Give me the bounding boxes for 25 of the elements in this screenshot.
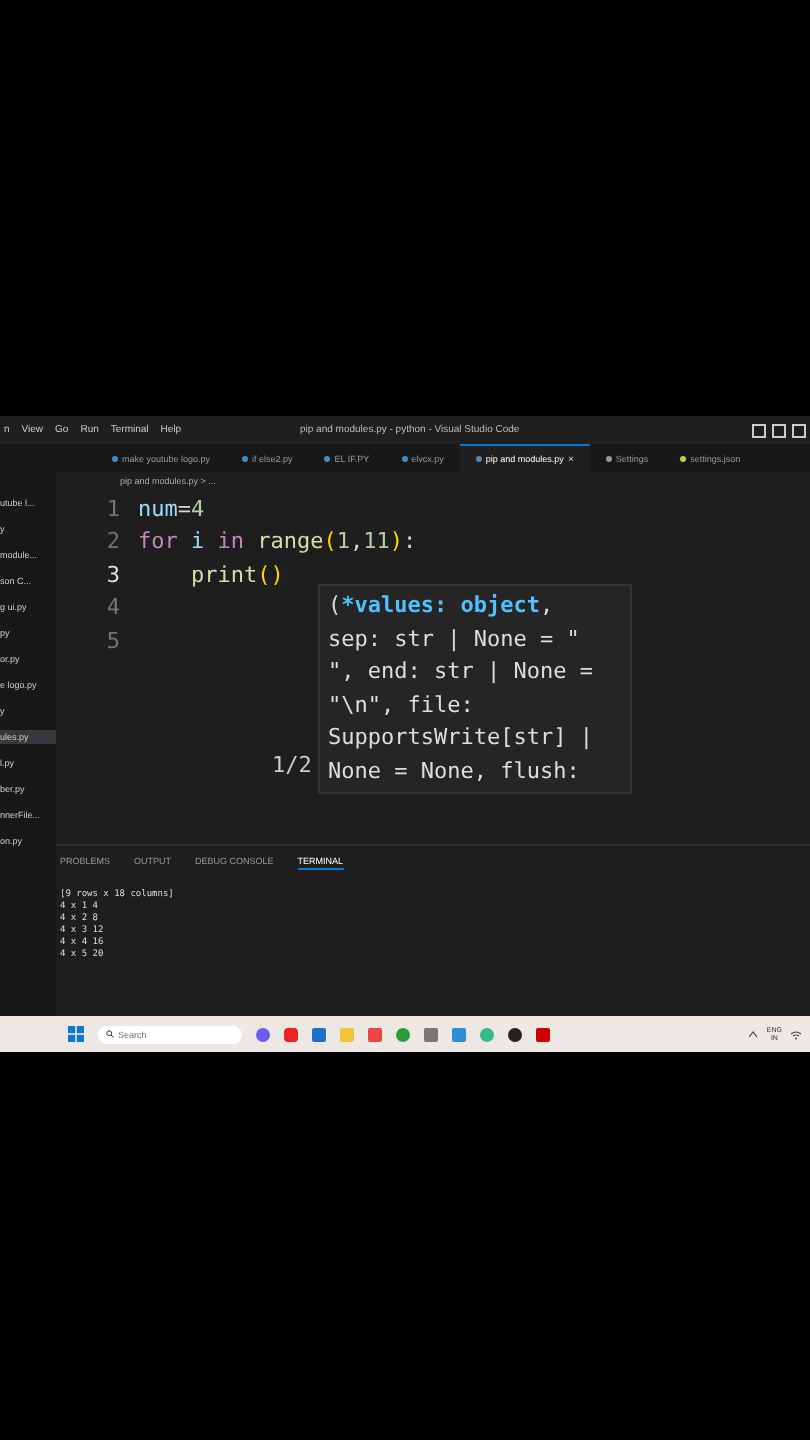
wifi-icon[interactable] (790, 1029, 802, 1039)
windows-logo-icon[interactable] (68, 1026, 84, 1042)
file-type-icon (112, 456, 118, 462)
file-type-icon (401, 456, 408, 462)
signature-tooltip: (*values: object, sep: str | None = " ", end: str | None = "\n", file: SupportsWrite[str] | None = None, flush: (318, 584, 632, 794)
line-number: 4 (104, 594, 122, 621)
sidebar-toggle-icon[interactable] (752, 423, 766, 437)
code-line: print() (188, 561, 284, 588)
search-icon (106, 1030, 114, 1038)
code-line: num=4 (138, 495, 205, 522)
file-type-icon (680, 456, 687, 462)
file-type-icon (475, 456, 482, 462)
overload-counter: 1/2 (272, 752, 312, 778)
line-number: 3 (104, 561, 122, 588)
code-line: for i in range(1,11): (138, 528, 417, 555)
layout-icon[interactable] (792, 423, 806, 437)
line-number: 2 (104, 528, 122, 555)
file-type-icon (242, 456, 249, 462)
file-type-icon (605, 456, 612, 462)
file-type-icon (324, 456, 331, 462)
chevron-up-icon[interactable] (748, 1030, 759, 1038)
line-number: 1 (104, 495, 122, 522)
panel-toggle-icon[interactable] (772, 423, 786, 437)
code-editor[interactable]: 1 num=4 2 for i in range(1,11): 3 print() 4 5 1/2 (*values: object, sep: str | None = " ", end: str | None = "\n", file: SupportsWrite[str] | None = None, flush: (56, 488, 810, 844)
line-number: 5 (104, 627, 122, 654)
